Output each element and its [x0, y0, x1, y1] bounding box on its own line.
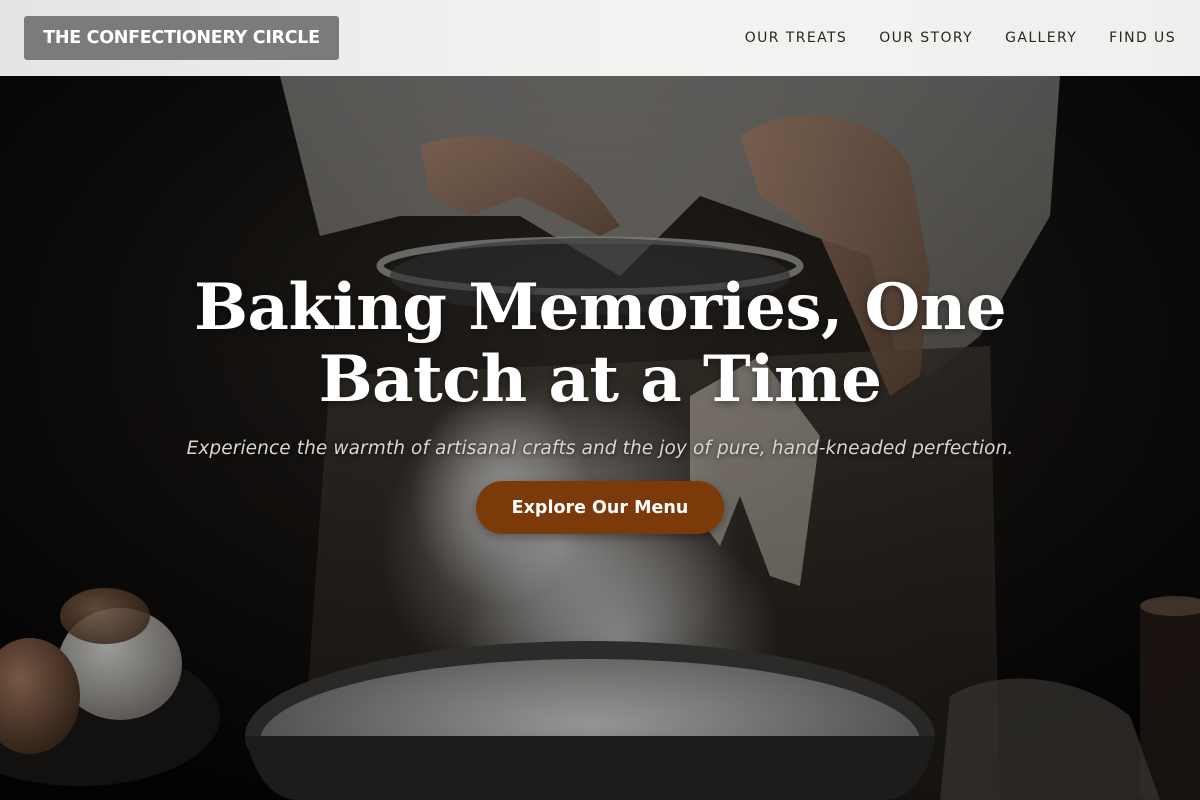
hero-section: Baking Memories, One Batch at a Time Expe…	[0, 76, 1200, 800]
explore-menu-button[interactable]: Explore Our Menu	[476, 481, 724, 534]
hero-title-line1: Baking Memories, One	[193, 270, 1007, 345]
nav-find-us[interactable]: FIND US	[1109, 30, 1176, 46]
nav-our-treats[interactable]: OUR TREATS	[745, 30, 848, 46]
site-header: THE CONFECTIONERY CIRCLE OUR TREATS OUR …	[0, 0, 1200, 76]
hero-title: Baking Memories, One Batch at a Time	[190, 272, 1010, 416]
hero-title-line2: Batch at a Time	[318, 342, 882, 417]
hero-subtitle: Experience the warmth of artisanal craft…	[186, 438, 1014, 459]
nav-gallery[interactable]: GALLERY	[1005, 30, 1077, 46]
hero-content: Baking Memories, One Batch at a Time Expe…	[0, 272, 1200, 534]
site-logo[interactable]: THE CONFECTIONERY CIRCLE	[24, 16, 339, 60]
nav-our-story[interactable]: OUR STORY	[879, 30, 973, 46]
main-nav: OUR TREATS OUR STORY GALLERY FIND US	[745, 0, 1176, 76]
